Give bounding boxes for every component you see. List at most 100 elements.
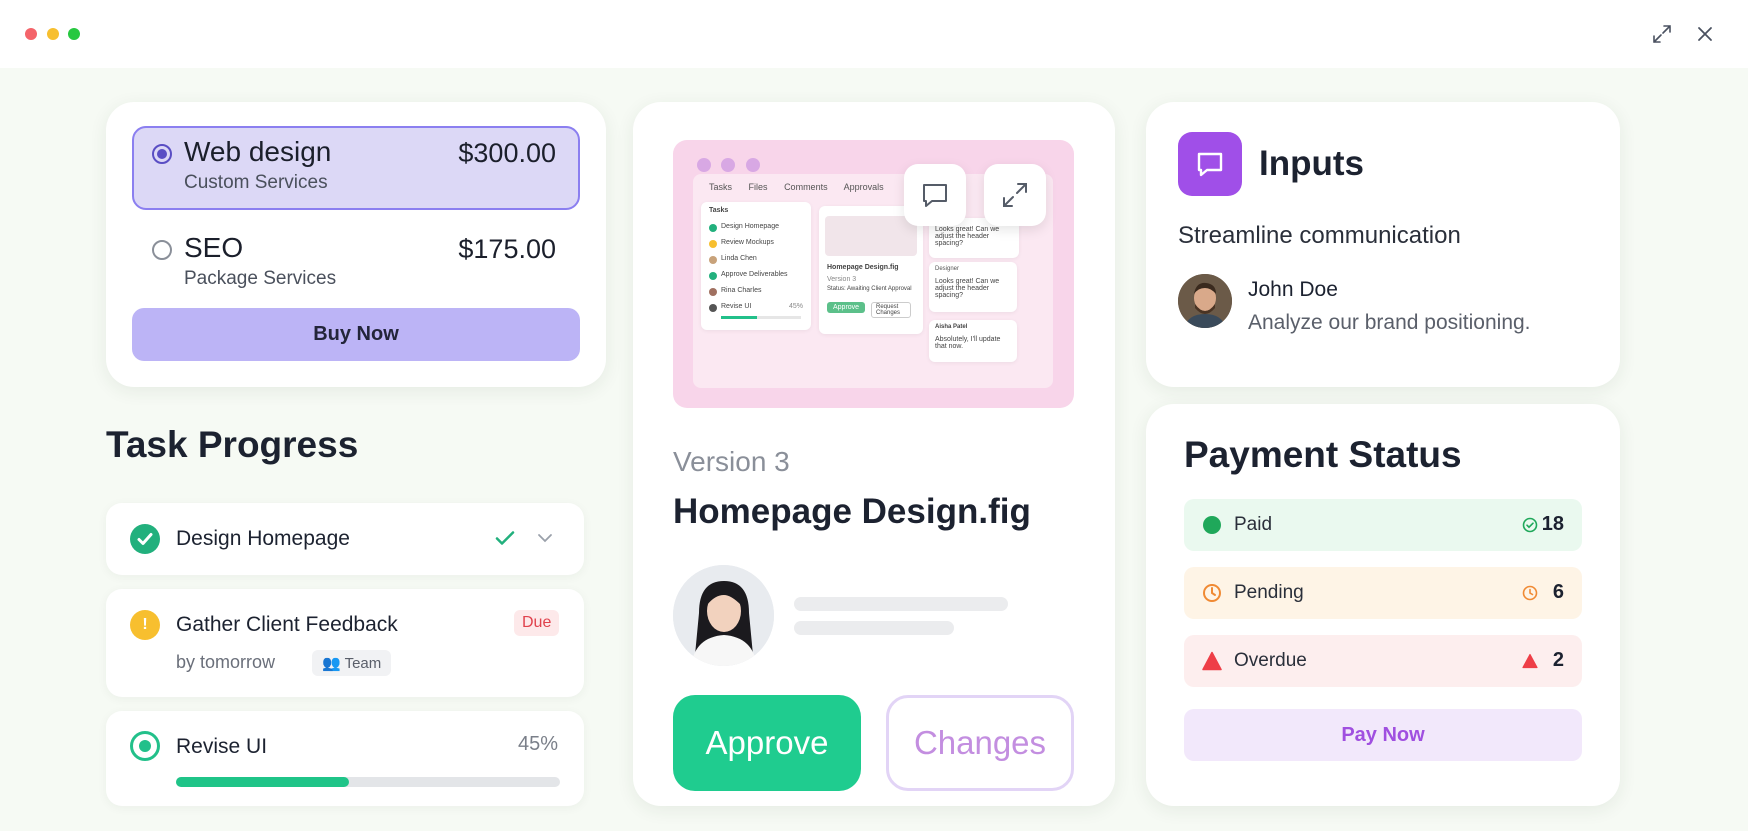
preview-file-status: Status: Awaiting Client Approval [827,286,912,292]
clock-icon [1202,583,1222,603]
team-icon: 👥 [322,655,341,672]
preview-file-panel: Homepage Design.fig Version 3 Status: Aw… [819,206,923,334]
avatar [673,565,774,666]
plan-price: $300.00 [458,138,556,168]
clock-icon [1522,585,1538,601]
inputs-subtitle: Streamline communication [1178,222,1461,249]
alert-icon: ! [130,610,160,640]
file-name: Homepage Design.fig [673,492,1031,531]
progress-fill [176,777,349,787]
plan-name: SEO [184,232,244,263]
buy-now-button[interactable]: Buy Now [132,308,580,361]
user-message: Analyze our brand positioning. [1248,311,1531,334]
close-icon[interactable] [1693,22,1717,46]
status-label: Paid [1234,514,1273,535]
preview-task: Revise UI [721,303,752,310]
status-label: Pending [1234,582,1304,603]
plan-subtitle: Package Services [184,268,337,289]
preview-comment: Designer Looks great! Can we adjust the … [929,262,1017,312]
status-row-paid[interactable]: Paid 18 [1184,499,1582,551]
preview-file-version: Version 3 [827,276,857,283]
status-count: 18 [1541,513,1564,535]
avatar [1178,274,1232,328]
preview-comment: Aisha Patel Absolutely, I'll update that… [929,320,1017,362]
task-item-design-homepage[interactable]: Design Homepage [106,503,584,575]
task-name: Gather Client Feedback [176,613,398,636]
inputs-title: Inputs [1259,144,1364,183]
preview-commenter: Designer [935,266,960,272]
comment-button[interactable] [904,164,966,226]
window-zoom-dot[interactable] [68,28,80,40]
pricing-card: Web design Custom Services $300.00 SEO P… [106,102,606,387]
check-circle-icon [1522,517,1538,533]
preview-tab: Approvals [843,182,884,192]
preview-task: Design Homepage [721,223,779,230]
radio-selected-icon[interactable] [152,144,172,164]
fullscreen-button[interactable] [984,164,1046,226]
skeleton-line [794,621,954,635]
preview-comment-text: Absolutely, I'll update that now. [935,336,1001,350]
plan-option-web-design[interactable]: Web design Custom Services $300.00 [132,126,580,210]
chevron-down-icon[interactable] [536,529,554,552]
preview-request: Request Changes [871,302,911,318]
version-label: Version 3 [673,446,790,477]
preview-tab: Tasks [709,182,733,192]
status-row-pending[interactable]: Pending 6 [1184,567,1582,619]
progress-bar [176,777,560,787]
plan-name: Web design [184,136,332,167]
inputs-card: Inputs Streamline communication John Doe… [1146,102,1620,387]
in-progress-icon [130,731,160,761]
review-card: Tasks Files Comments Approvals Tasks Des… [633,102,1115,806]
preview-task-pct: 45% [789,303,804,310]
pay-now-button[interactable]: Pay Now [1184,709,1582,761]
preview-commenter: Aisha Patel [935,324,968,330]
plan-subtitle: Custom Services [184,172,328,193]
preview-comment-text: Looks great! Can we adjust the header sp… [935,278,1000,299]
chat-bubble-icon [1178,132,1242,196]
payment-status-title: Payment Status [1184,434,1462,475]
preview-task: Approve Deliverables [721,271,788,278]
task-name: Design Homepage [176,527,350,550]
status-count: 2 [1552,649,1564,671]
task-progress-title: Task Progress [106,424,359,465]
preview-comment-text: Looks great! Can we adjust the header sp… [935,226,1000,247]
warning-triangle-icon [1522,653,1538,669]
radio-unselected-icon[interactable] [152,240,172,260]
team-tag: 👥 Team [312,650,392,676]
design-preview[interactable]: Tasks Files Comments Approvals Tasks Des… [673,140,1074,408]
task-item-revise-ui[interactable]: Revise UI 45% [106,711,584,806]
status-count: 6 [1552,581,1564,603]
plan-option-seo[interactable]: SEO Package Services $175.00 [132,222,580,306]
plan-price: $175.00 [458,234,556,264]
user-name: John Doe [1248,278,1338,301]
preview-file-title: Homepage Design.fig [827,264,899,271]
warning-triangle-icon [1202,651,1222,671]
preview-tab: Files [748,182,768,192]
payment-status-card: Payment Status Paid 18 Pending 6 Overdue… [1146,404,1620,806]
check-circle-icon [130,524,160,554]
status-label: Overdue [1234,650,1307,671]
task-due-text: by tomorrow [176,652,276,672]
due-badge: Due [514,610,560,636]
preview-task: Linda Chen [721,255,757,262]
preview-tabs: Tasks Files Comments Approvals [709,182,898,192]
approve-button[interactable]: Approve [673,695,861,791]
request-changes-button[interactable]: Changes [886,695,1074,791]
task-name: Revise UI [176,735,268,758]
paid-dot-icon [1202,515,1222,535]
preview-approve: Approve [827,302,866,313]
preview-tab: Comments [784,182,828,192]
preview-panel-title: Tasks [709,207,729,214]
progress-percent: 45% [517,733,558,755]
task-item-gather-feedback[interactable]: ! Gather Client Feedback Due by tomorrow… [106,589,584,697]
status-row-overdue[interactable]: Overdue 2 [1184,635,1582,687]
skeleton-line [794,597,1008,611]
checkmark-icon [494,527,516,554]
preview-task-panel: Tasks Design Homepage Review Mockups Lin… [701,202,811,330]
window-minimize-dot[interactable] [47,28,59,40]
expand-icon[interactable] [1650,22,1674,46]
window-titlebar [0,0,1748,68]
window-close-dot[interactable] [25,28,37,40]
preview-task: Rina Charles [721,287,762,294]
team-label: Team [344,655,382,672]
